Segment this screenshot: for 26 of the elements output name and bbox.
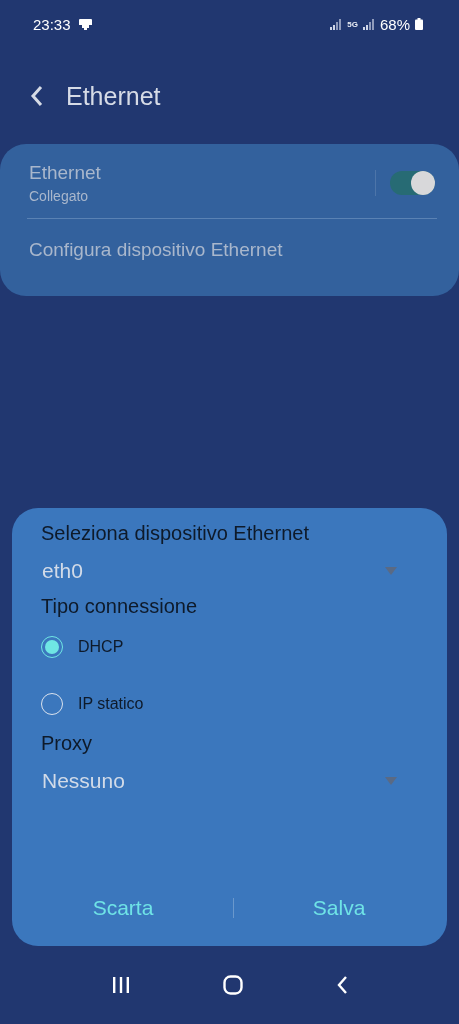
dropdown-arrow-icon bbox=[385, 567, 397, 575]
network-type: 5G bbox=[347, 19, 358, 29]
ethernet-toggle[interactable] bbox=[390, 171, 435, 195]
ethernet-icon bbox=[78, 18, 92, 30]
configure-device-item[interactable]: Configura dispositivo Ethernet bbox=[29, 239, 283, 261]
proxy-dropdown[interactable]: Nessuno bbox=[41, 755, 417, 805]
dialog-button[interactable]: Scarta bbox=[68, 890, 178, 926]
page-title: Ethernet bbox=[66, 81, 161, 111]
device-dropdown[interactable]: eth0 bbox=[41, 545, 417, 595]
recent-apps-icon[interactable] bbox=[111, 976, 130, 994]
battery-icon bbox=[415, 18, 423, 30]
radio-label[interactable]: DHCP bbox=[78, 637, 124, 656]
dropdown-arrow-icon bbox=[385, 777, 397, 785]
ethernet-title: Ethernet bbox=[29, 162, 102, 184]
battery-percent: 68% bbox=[379, 15, 410, 33]
home-icon[interactable] bbox=[222, 975, 243, 995]
device-label: Seleziona dispositivo Ethernet bbox=[41, 522, 309, 545]
back-icon[interactable] bbox=[30, 85, 44, 107]
signal-icon bbox=[330, 18, 343, 30]
connection-type-label: Tipo connessione bbox=[41, 595, 198, 618]
ethernet-status: Collegato bbox=[29, 188, 90, 204]
proxy-label: Proxy bbox=[41, 732, 93, 755]
signal-icon bbox=[362, 18, 375, 30]
status-time: 23:33 bbox=[33, 15, 71, 33]
radio-label[interactable]: IP statico bbox=[78, 694, 144, 713]
dialog-button[interactable]: Salva bbox=[288, 890, 390, 926]
